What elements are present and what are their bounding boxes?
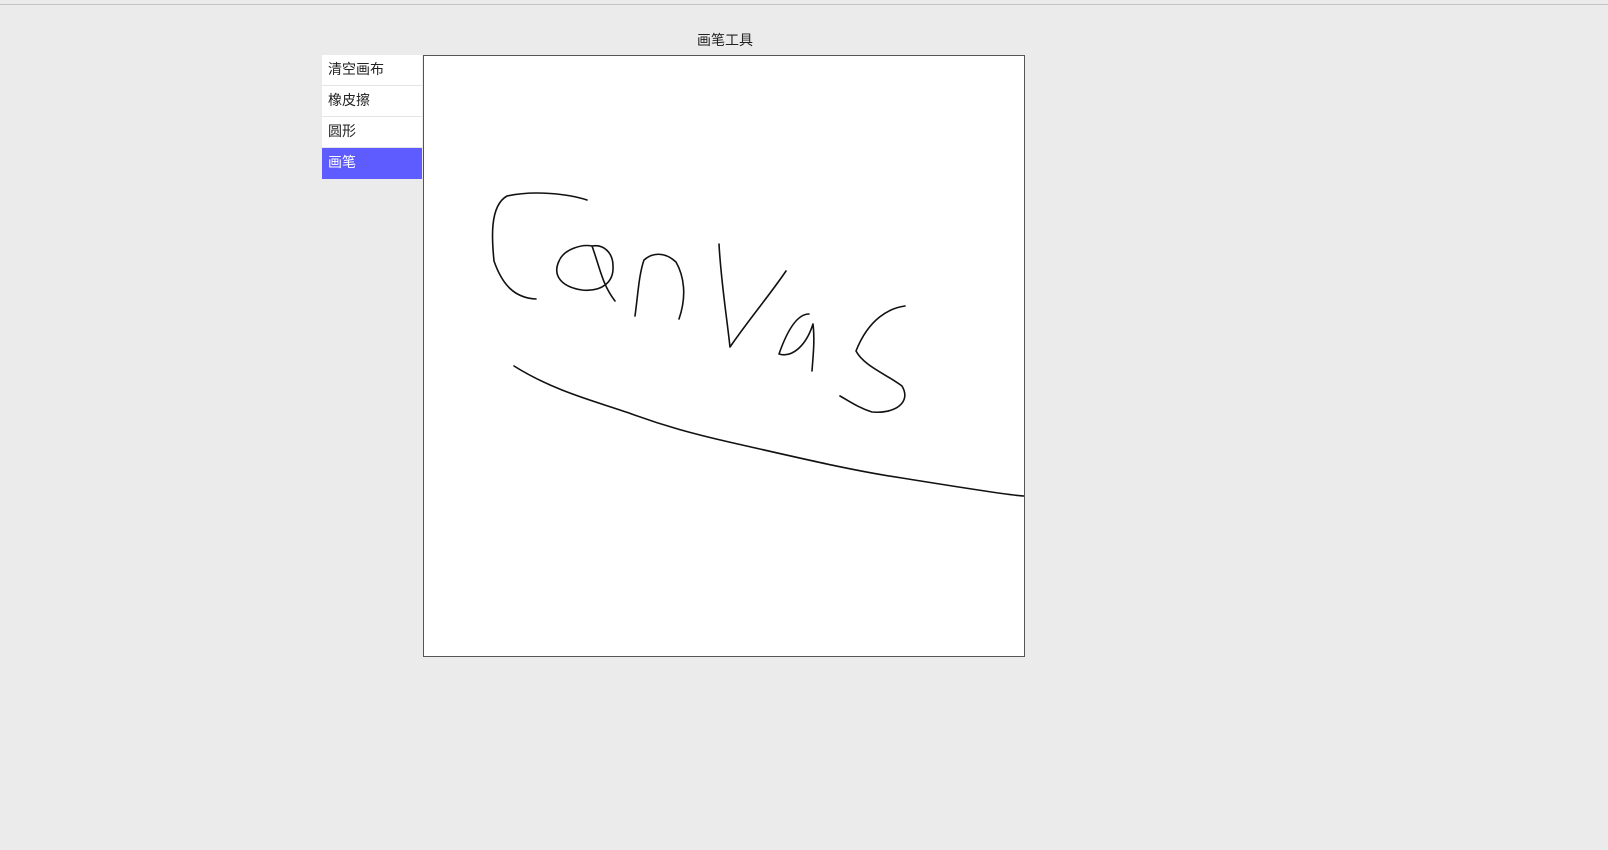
stroke-letter-a [556,244,616,302]
stroke-letter-v [718,243,787,348]
stroke-letter-c [491,192,588,300]
stroke-letter-a2 [778,313,815,372]
drawing-canvas[interactable] [423,55,1025,657]
stroke-letter-n [634,253,685,320]
clear-canvas-button[interactable]: 清空画布 [322,55,422,86]
top-divider [0,4,1608,5]
brush-button[interactable]: 画笔 [322,148,422,179]
eraser-button[interactable]: 橡皮擦 [322,86,422,117]
tool-sidebar: 清空画布 橡皮擦 圆形 画笔 [322,55,422,179]
stroke-underline [513,365,1024,497]
app-title: 画笔工具 [697,33,753,49]
stroke-letter-s [839,305,906,413]
circle-button[interactable]: 圆形 [322,117,422,148]
canvas-drawing [491,192,1024,497]
